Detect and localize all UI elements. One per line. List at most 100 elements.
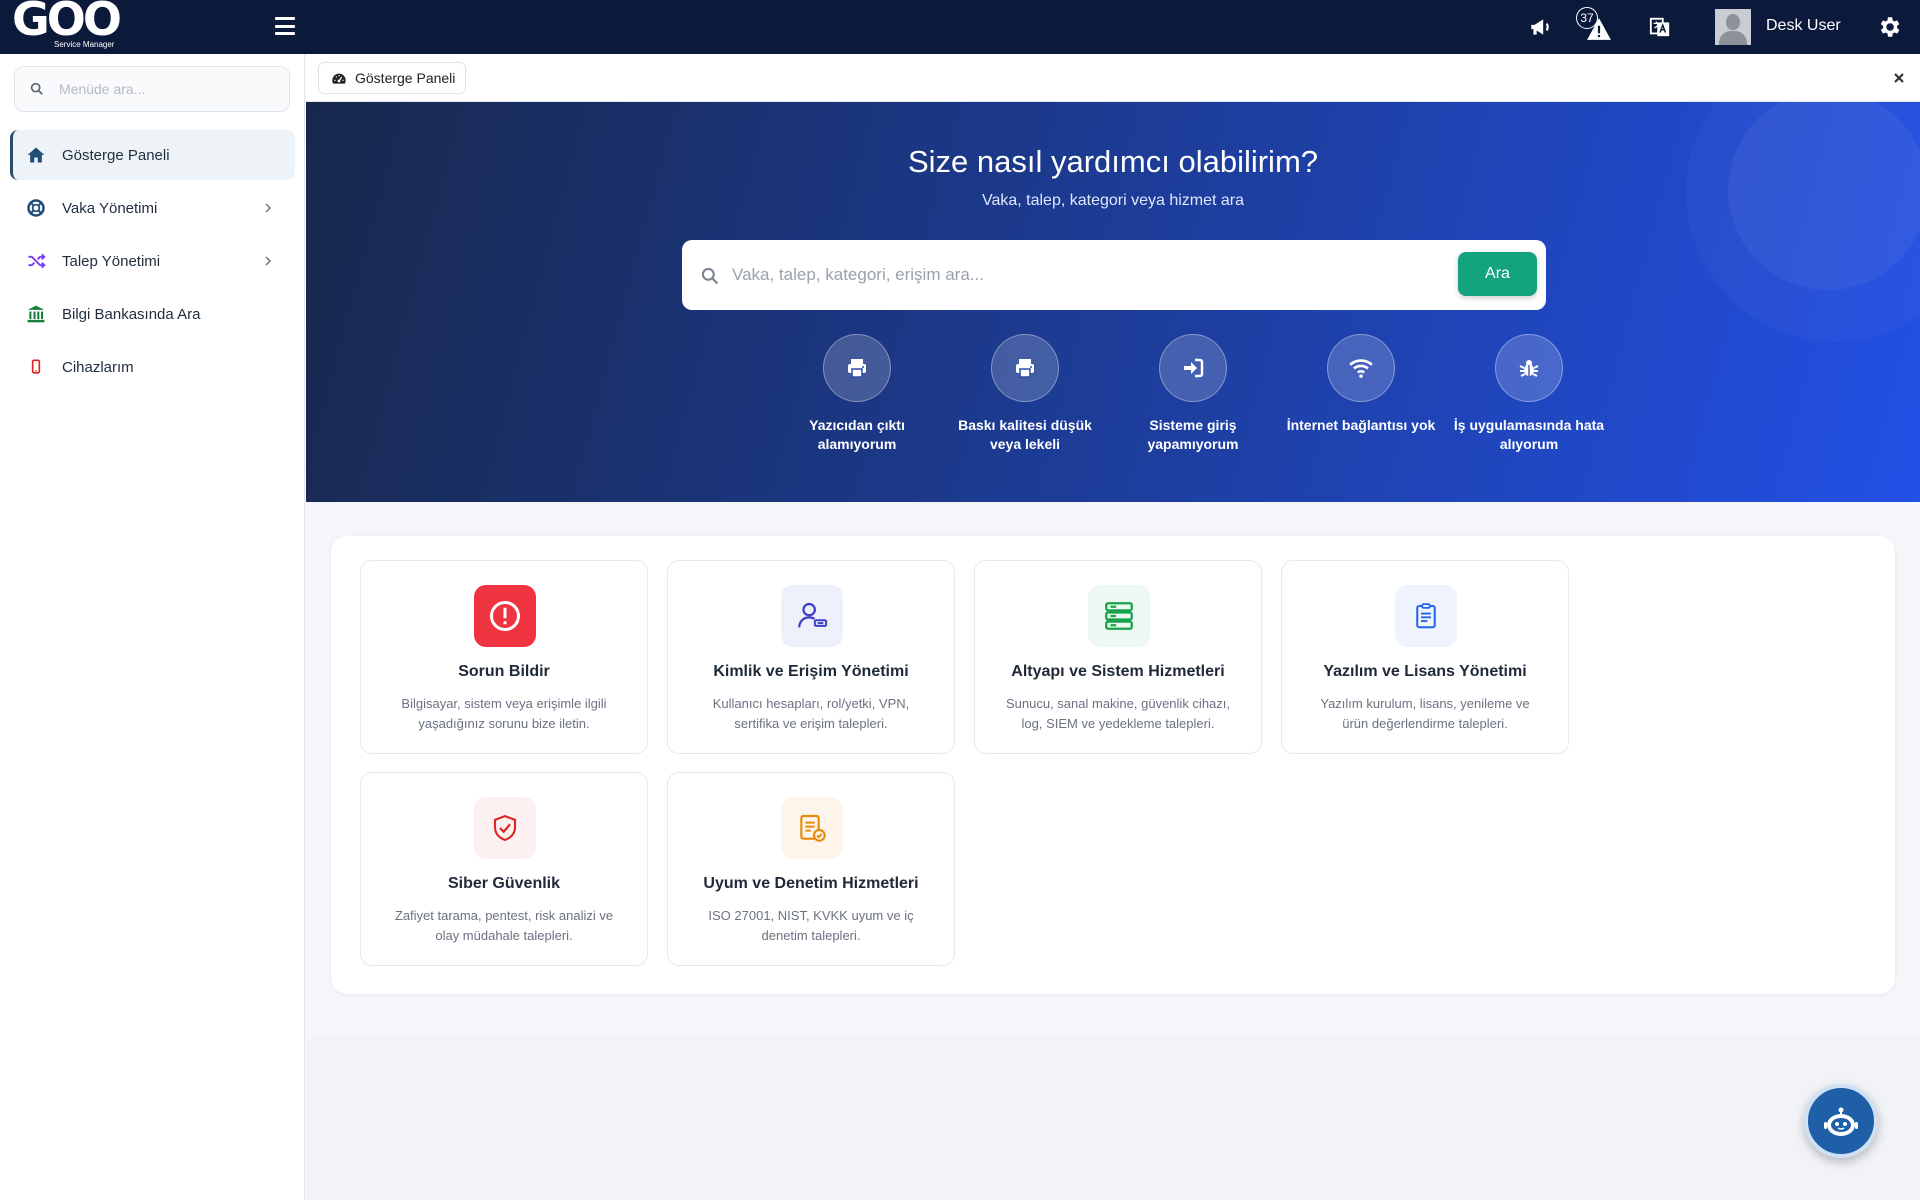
- quick-action-circle: [1159, 334, 1227, 402]
- user-key-icon: [781, 585, 843, 647]
- quick-action-circle: [1495, 334, 1563, 402]
- quick-action-print-quality[interactable]: Baskı kalitesi düşük veya lekeli: [945, 334, 1105, 454]
- card-description-line: ürün değerlendirme talepleri.: [1342, 716, 1508, 731]
- username[interactable]: Desk User: [1766, 17, 1841, 35]
- sidebar-item-cihazlarim[interactable]: Cihazlarım: [10, 342, 295, 392]
- card-description: Sunucu, sanal makine, güvenlik cihazı, lo…: [995, 694, 1241, 734]
- sidebar-item-label: Gösterge Paneli: [62, 146, 170, 164]
- hero-banner: Size nasıl yardımcı olabilirim? Vaka, ta…: [306, 102, 1920, 502]
- sidebar-menu: Gösterge Paneli Vaka Yönetimi Talep Yöne…: [10, 130, 295, 395]
- wifi-icon: [1349, 359, 1373, 378]
- quick-action-circle: [1327, 334, 1395, 402]
- quick-action-circle: [991, 334, 1059, 402]
- card-description-line: sertifika ve erişim talepleri.: [734, 716, 888, 731]
- home-icon: [27, 147, 45, 163]
- close-icon[interactable]: [1892, 71, 1906, 85]
- footer-area: [306, 1038, 1920, 1200]
- card-title: Siber Güvenlik: [447, 875, 561, 892]
- logo-subtitle: Service Manager: [54, 40, 115, 49]
- hero-subtitle: Vaka, talep, kategori veya hizmet ara: [981, 192, 1245, 209]
- card-description-line: ISO 27001, NIST, KVKK uyum ve iç: [708, 908, 914, 923]
- card-title: Kimlik ve Erişim Yönetimi: [713, 663, 909, 680]
- chevron-right-icon: [265, 203, 272, 213]
- card-siber-guvenlik[interactable]: Siber Güvenlik Zafiyet tarama, pentest, …: [360, 772, 648, 966]
- document-icon: [1395, 585, 1457, 647]
- card-title: Sorun Bildir: [458, 663, 550, 680]
- card-description: ISO 27001, NIST, KVKK uyum ve iç denetim …: [688, 906, 934, 946]
- card-altyapi-sistem[interactable]: Altyapı ve Sistem Hizmetleri Sunucu, san…: [974, 560, 1262, 754]
- lifebuoy-icon: [27, 199, 45, 217]
- sidebar-item-label: Vaka Yönetimi: [62, 199, 158, 217]
- megaphone-icon[interactable]: [1528, 14, 1554, 40]
- avatar[interactable]: [1715, 9, 1751, 45]
- sidebar-item-gosterge-paneli[interactable]: Gösterge Paneli: [10, 130, 295, 180]
- quick-action-line: İnternet bağlantısı yok: [1286, 417, 1436, 433]
- card-description: Zafiyet tarama, pentest, risk analizi ve…: [381, 906, 627, 946]
- printer-icon: [848, 359, 866, 378]
- app-logo[interactable]: GOO Service Manager: [12, 0, 127, 52]
- quick-action-no-internet[interactable]: İnternet bağlantısı yok: [1281, 334, 1441, 435]
- quick-action-login-failure[interactable]: Sisteme giriş yapamıyorum: [1113, 334, 1273, 454]
- quick-action-label: Sisteme giriş yapamıyorum: [1113, 416, 1273, 454]
- card-yazilim-lisans[interactable]: Yazılım ve Lisans Yönetimi Yazılım kurul…: [1281, 560, 1569, 754]
- hero-title: Size nasıl yardımcı olabilirim?: [907, 144, 1319, 179]
- quick-action-line: veya lekeli: [989, 436, 1061, 452]
- card-description-line: Bilgisayar, sistem veya erişimle ilgili: [401, 696, 607, 711]
- quick-action-label: İş uygulamasında hata alıyorum: [1449, 416, 1609, 454]
- gear-icon[interactable]: [1876, 14, 1902, 40]
- sidebar-item-vaka-yonetimi[interactable]: Vaka Yönetimi: [10, 183, 295, 233]
- printer-icon: [1016, 359, 1034, 378]
- tab-gosterge-paneli[interactable]: Gösterge Paneli: [318, 62, 467, 94]
- card-description-line: yaşadığınız sorunu bize iletin.: [418, 716, 590, 731]
- top-bar: GOO Service Manager 37 Desk User: [0, 0, 1920, 54]
- card-uyum-denetim[interactable]: Uyum ve Denetim Hizmetleri ISO 27001, NI…: [667, 772, 955, 966]
- shield-check-icon: [474, 797, 536, 859]
- card-description-line: denetim talepleri.: [761, 928, 861, 943]
- card-description: Yazılım kurulum, lisans, yenileme ve ürün…: [1302, 694, 1548, 734]
- card-description-line: log, SIEM ve yedekleme talepleri.: [1021, 716, 1215, 731]
- sidebar-item-bilgi-bankasi[interactable]: Bilgi Bankasında Ara: [10, 289, 295, 339]
- sidebar: Gösterge Paneli Vaka Yönetimi Talep Yöne…: [0, 54, 305, 1200]
- quick-action-line: İş uygulamasında hata: [1453, 417, 1605, 433]
- quick-action-printer-no-output[interactable]: Yazıcıdan çıktı alamıyorum: [777, 334, 937, 454]
- sidebar-search[interactable]: [14, 66, 290, 112]
- search-icon: [30, 82, 43, 95]
- card-description-line: olay müdahale talepleri.: [435, 928, 573, 943]
- card-description-line: Zafiyet tarama, pentest, risk analizi ve: [394, 908, 614, 923]
- bank-icon: [27, 305, 45, 323]
- notification-badge[interactable]: 37: [1576, 7, 1598, 29]
- card-sorun-bildir[interactable]: Sorun Bildir Bilgisayar, sistem veya eri…: [360, 560, 648, 754]
- sidebar-search-input[interactable]: [59, 81, 259, 97]
- language-icon[interactable]: [1649, 16, 1675, 42]
- shuffle-icon: [28, 253, 46, 269]
- sidebar-item-talep-yonetimi[interactable]: Talep Yönetimi: [10, 236, 295, 286]
- server-icon: [1088, 585, 1150, 647]
- quick-action-circle: [823, 334, 891, 402]
- card-title: Altyapı ve Sistem Hizmetleri: [1011, 663, 1225, 680]
- card-title: Yazılım ve Lisans Yönetimi: [1323, 663, 1527, 680]
- sidebar-item-label: Bilgi Bankasında Ara: [62, 305, 201, 323]
- search-button[interactable]: Ara: [1458, 252, 1537, 296]
- mobile-icon: [31, 359, 41, 374]
- quick-action-line: alıyorum: [1499, 436, 1559, 452]
- quick-action-line: Sisteme giriş: [1149, 417, 1237, 433]
- card-description-line: Sunucu, sanal makine, güvenlik cihazı,: [1005, 696, 1230, 711]
- quick-action-label: Baskı kalitesi düşük veya lekeli: [945, 416, 1105, 454]
- hamburger-menu-icon[interactable]: [275, 17, 295, 35]
- hero-search-input[interactable]: [732, 260, 1432, 290]
- card-kimlik-erisim[interactable]: Kimlik ve Erişim Yönetimi Kullanıcı hesa…: [667, 560, 955, 754]
- card-title: Uyum ve Denetim Hizmetleri: [703, 875, 919, 892]
- quick-action-app-error[interactable]: İş uygulamasında hata alıyorum: [1449, 334, 1609, 454]
- quick-action-label: İnternet bağlantısı yok: [1281, 416, 1441, 435]
- service-catalog-panel: Sorun Bildir Bilgisayar, sistem veya eri…: [331, 536, 1895, 994]
- card-description-line: Kullanıcı hesapları, rol/yetki, VPN,: [712, 696, 910, 711]
- dashboard-icon: [332, 73, 346, 84]
- card-description: Bilgisayar, sistem veya erişimle ilgili y…: [381, 694, 627, 734]
- sign-in-icon: [1184, 358, 1204, 378]
- sidebar-item-label: Talep Yönetimi: [62, 252, 161, 270]
- alert-circle-icon: [474, 585, 536, 647]
- card-description: Kullanıcı hesapları, rol/yetki, VPN, sert…: [688, 694, 934, 734]
- quick-action-line: Baskı kalitesi düşük: [958, 417, 1092, 433]
- quick-action-line: alamıyorum: [817, 436, 897, 452]
- chatbot-button[interactable]: [1804, 1084, 1878, 1158]
